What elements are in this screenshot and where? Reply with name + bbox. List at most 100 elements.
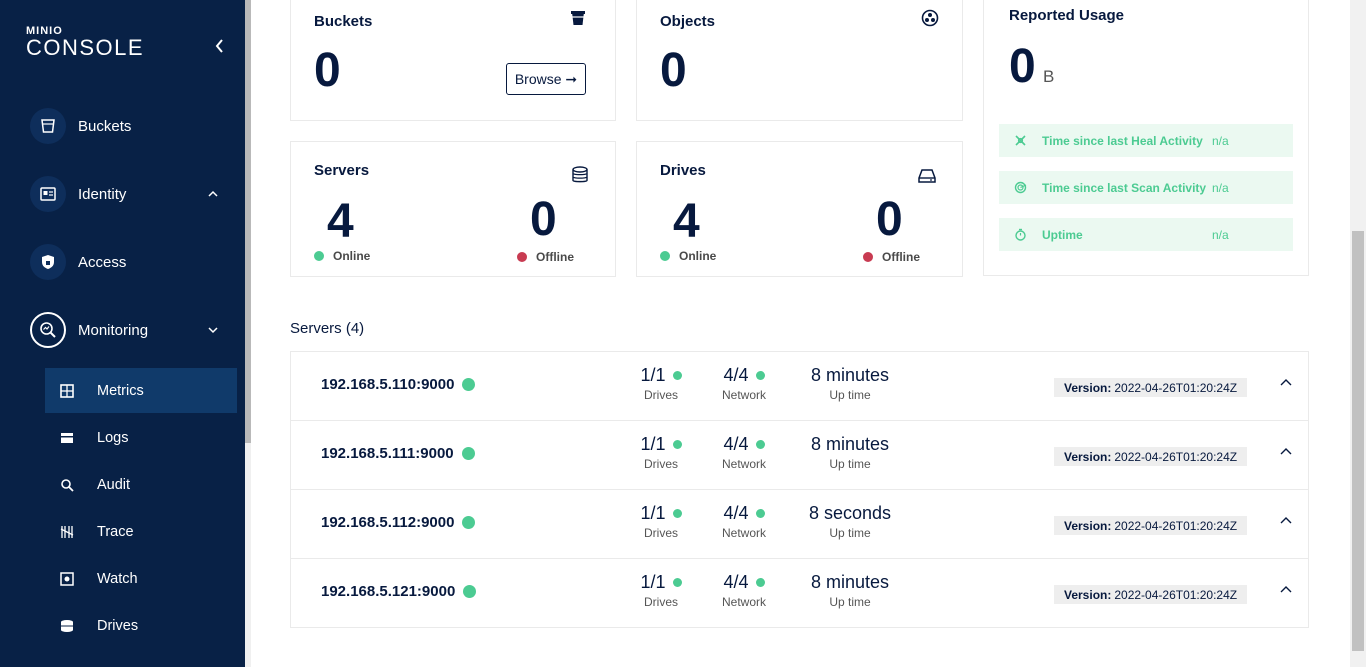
server-online-dot-icon <box>462 378 476 391</box>
main-scrollbar-thumb[interactable] <box>1352 231 1364 651</box>
heal-activity-row: Time since last Heal Activity n/a <box>999 124 1293 157</box>
expand-chevron-up-icon[interactable] <box>1279 378 1293 388</box>
objects-count: 0 <box>660 44 687 97</box>
servers-card: Servers 4 0 Online Offline <box>290 141 616 277</box>
drives-online-count: 4 <box>673 195 700 248</box>
network-ok-dot-icon <box>755 371 765 380</box>
collapse-sidebar-chevron-icon[interactable] <box>211 36 229 56</box>
drives-card: Drives 4 0 Online Offline <box>636 141 963 277</box>
servers-card-title: Servers <box>314 162 370 179</box>
server-version-badge: Version: 2022-04-26T01:20:24Z <box>1054 378 1248 397</box>
network-ok-dot-icon <box>755 578 765 587</box>
drives-online-status: Online <box>660 249 716 263</box>
sidebar-scrollbar-thumb[interactable] <box>245 0 251 443</box>
server-version-badge: Version: 2022-04-26T01:20:24Z <box>1054 447 1248 466</box>
uptime-row: Uptime n/a <box>999 218 1293 251</box>
server-row[interactable]: 192.168.5.121:9000 1/1 Drives 4/4 Network 8 m… <box>290 558 1309 628</box>
server-uptime-metric: 8 seconds Up time <box>808 503 892 540</box>
sidebar-subitem-watch[interactable]: Watch <box>45 556 237 601</box>
sidebar-subitem-trace[interactable]: Trace <box>45 509 237 554</box>
bucket-icon <box>571 11 585 25</box>
server-online-dot-icon <box>462 516 476 529</box>
reported-usage-title: Reported Usage <box>1009 7 1125 24</box>
server-uptime-metric: 8 minutes Up time <box>810 434 890 471</box>
buckets-card-title: Buckets <box>314 13 373 30</box>
drives-card-title: Drives <box>660 162 706 179</box>
server-database-icon <box>572 166 588 183</box>
drives-ok-dot-icon <box>672 578 682 587</box>
drives-ok-dot-icon <box>672 371 682 380</box>
server-online-dot-icon <box>463 585 477 598</box>
online-dot-icon <box>660 251 670 261</box>
servers-online-count: 4 <box>327 195 354 248</box>
trace-icon <box>59 524 75 540</box>
drives-offline-count: 0 <box>876 193 903 246</box>
reported-usage-value: 0 <box>1009 40 1036 93</box>
server-row[interactable]: 192.168.5.110:9000 1/1 Drives 4/4 Network 8 m… <box>290 351 1309 421</box>
drives-icon <box>59 618 75 634</box>
chevron-down-icon[interactable] <box>207 325 219 335</box>
id-card-icon <box>30 176 66 212</box>
objects-icon <box>921 9 939 27</box>
servers-online-status: Online <box>314 249 370 263</box>
shield-lock-icon <box>30 244 66 280</box>
server-address: 192.168.5.112:9000 <box>321 514 484 531</box>
online-dot-icon <box>314 251 324 261</box>
server-row[interactable]: 192.168.5.112:9000 1/1 Drives 4/4 Network 8 s… <box>290 489 1309 559</box>
server-network-metric: 4/4 Network <box>721 365 766 402</box>
hard-drive-icon <box>918 169 936 183</box>
server-address: 192.168.5.111:9000 <box>321 445 484 462</box>
server-version-badge: Version: 2022-04-26T01:20:24Z <box>1054 585 1248 604</box>
drives-ok-dot-icon <box>672 440 682 449</box>
sidebar-item-identity[interactable]: Identity <box>30 174 126 214</box>
sidebar-subitem-drives[interactable]: Drives <box>45 603 237 648</box>
sidebar-item-monitoring[interactable]: Monitoring <box>30 310 148 350</box>
minio-console-logo[interactable]: MINIO CONSOLE <box>26 26 144 59</box>
chevron-up-icon[interactable] <box>207 189 219 199</box>
offline-dot-icon <box>517 252 527 262</box>
server-row[interactable]: 192.168.5.111:9000 1/1 Drives 4/4 Network 8 m… <box>290 420 1309 490</box>
expand-chevron-up-icon[interactable] <box>1279 447 1293 457</box>
server-online-dot-icon <box>461 447 475 460</box>
metrics-icon <box>59 383 75 399</box>
sidebar-subitem-metrics[interactable]: Metrics <box>45 368 237 413</box>
timer-icon <box>1014 228 1028 241</box>
servers-offline-status: Offline <box>517 250 574 264</box>
audit-icon <box>59 477 75 493</box>
servers-list-heading: Servers (4) <box>290 320 365 337</box>
buckets-count: 0 <box>314 44 341 97</box>
bucket-icon <box>30 108 66 144</box>
server-address: 192.168.5.121:9000 <box>321 583 485 600</box>
expand-chevron-up-icon[interactable] <box>1279 516 1293 526</box>
logs-icon <box>59 430 75 446</box>
sidebar: MINIO CONSOLE Buckets Identity Access Mo… <box>0 0 245 667</box>
offline-dot-icon <box>863 252 873 262</box>
network-ok-dot-icon <box>755 440 765 449</box>
sidebar-item-buckets[interactable]: Buckets <box>30 106 131 146</box>
sidebar-subitem-logs[interactable]: Logs <box>45 415 237 460</box>
server-address: 192.168.5.110:9000 <box>321 376 484 393</box>
expand-chevron-up-icon[interactable] <box>1279 585 1293 595</box>
scan-icon <box>1014 181 1028 194</box>
objects-card: Objects 0 <box>636 0 963 121</box>
network-ok-dot-icon <box>755 509 765 518</box>
server-network-metric: 4/4 Network <box>721 503 766 540</box>
sidebar-item-access[interactable]: Access <box>30 242 126 282</box>
heal-icon <box>1014 134 1028 147</box>
server-uptime-metric: 8 minutes Up time <box>810 365 890 402</box>
sidebar-subitem-audit[interactable]: Audit <box>45 462 237 507</box>
drives-ok-dot-icon <box>672 509 682 518</box>
servers-offline-count: 0 <box>530 193 557 246</box>
server-drives-metric: 1/1 Drives <box>631 572 691 609</box>
server-drives-metric: 1/1 Drives <box>631 434 691 471</box>
monitoring-magnifier-icon <box>30 312 66 348</box>
server-network-metric: 4/4 Network <box>721 434 766 471</box>
reported-usage-unit: B <box>1043 67 1055 86</box>
scan-activity-row: Time since last Scan Activity n/a <box>999 171 1293 204</box>
server-uptime-metric: 8 minutes Up time <box>810 572 890 609</box>
buckets-card: Buckets 0 Browse ➞ <box>290 0 616 121</box>
objects-card-title: Objects <box>660 13 716 30</box>
server-version-badge: Version: 2022-04-26T01:20:24Z <box>1054 516 1248 535</box>
browse-button[interactable]: Browse ➞ <box>506 63 586 95</box>
drives-offline-status: Offline <box>863 250 920 264</box>
